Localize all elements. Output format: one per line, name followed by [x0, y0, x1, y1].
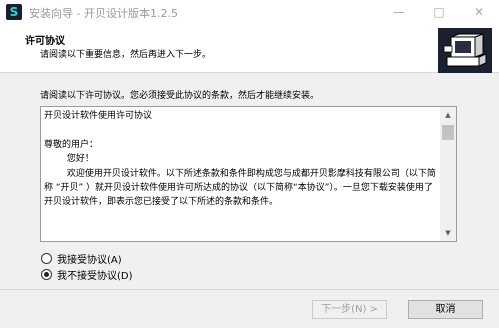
close-button[interactable]: ✕	[459, 0, 499, 25]
footer-divider	[0, 289, 499, 290]
decline-radio-label[interactable]: 我不接受协议(D)	[57, 267, 133, 282]
license-line: 您好！	[44, 154, 94, 165]
window-title: 安装向导 - 开贝设计版本1.2.5	[29, 7, 178, 20]
accept-radio-label[interactable]: 我接受协议(A)	[57, 251, 122, 266]
cancel-button[interactable]: 取消	[408, 300, 483, 319]
minimize-button[interactable]: —	[379, 0, 419, 25]
license-intro: 请阅读以下许可协议。您必须接受此协议的条款，然后才能继续安装。	[40, 91, 320, 101]
accept-radio-option[interactable]: 我接受协议(A)	[41, 251, 122, 266]
license-text: 开贝设计软件使用许可协议 尊敬的用户： 您好！ 欢迎使用开贝设计软件。以下所述条款…	[44, 109, 436, 210]
maximize-button[interactable]: □	[419, 0, 459, 25]
accept-radio-button[interactable]	[41, 253, 52, 264]
scrollbar-thumb[interactable]	[442, 125, 454, 140]
decline-radio-option[interactable]: 我不接受协议(D)	[41, 267, 133, 282]
license-textbox[interactable]: 开贝设计软件使用许可协议 尊敬的用户： 您好！ 欢迎使用开贝设计软件。以下所述条款…	[40, 106, 457, 242]
page-title: 许可协议	[25, 36, 65, 47]
license-line: 欢迎使用开贝设计软件。以下所述条款和条件即构成您与成都开贝影摩科技有限公司（以下…	[44, 168, 436, 208]
page-subtitle: 请阅读以下重要信息，然后再进入下一步。	[40, 50, 212, 60]
app-icon: S	[6, 4, 22, 20]
installer-logo-icon	[438, 28, 492, 73]
license-scrollbar[interactable]: ▲ ▼	[440, 107, 456, 241]
next-button[interactable]: 下一步(N) >	[312, 300, 387, 319]
scroll-up-arrow-icon[interactable]: ▲	[440, 107, 456, 123]
license-line: 尊敬的用户：	[44, 139, 99, 150]
license-line	[44, 123, 436, 137]
wizard-header: 许可协议 请阅读以下重要信息，然后再进入下一步。	[0, 25, 499, 73]
decline-radio-button[interactable]	[41, 269, 52, 280]
scroll-down-arrow-icon[interactable]: ▼	[440, 225, 456, 241]
license-line: 开贝设计软件使用许可协议	[44, 111, 153, 121]
title-bar: S 安装向导 - 开贝设计版本1.2.5 — □ ✕	[0, 0, 499, 25]
